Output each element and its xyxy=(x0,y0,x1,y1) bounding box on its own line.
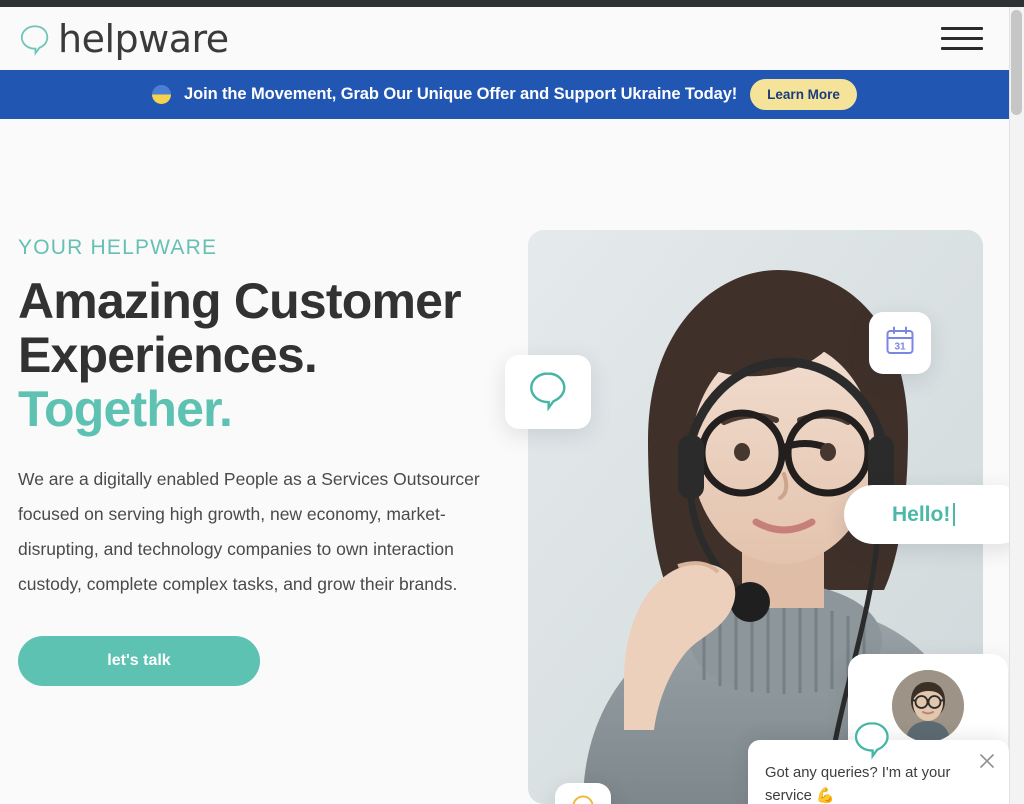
speech-bubble-icon xyxy=(525,368,571,417)
page-viewport: helpware Join the Movement, Grab Our Uni… xyxy=(0,7,1009,804)
headline-line-3: Together. xyxy=(18,381,233,437)
hero-eyebrow: YOUR HELPWARE xyxy=(18,236,218,259)
lets-talk-button[interactable]: let's talk xyxy=(18,636,260,686)
hello-message-bubble: Hello! xyxy=(844,485,1009,544)
floating-headset-card xyxy=(555,783,611,804)
promo-banner: Join the Movement, Grab Our Unique Offer… xyxy=(0,70,1009,119)
headline-line-1: Amazing Customer xyxy=(18,273,462,329)
vertical-scrollbar[interactable] xyxy=(1009,7,1024,804)
chat-popup-message: Got any queries? I'm at your service 💪 xyxy=(765,765,951,804)
headset-icon xyxy=(569,793,597,804)
browser-top-bar xyxy=(0,0,1024,7)
site-header: helpware xyxy=(0,7,1009,70)
calendar-day-number: 31 xyxy=(894,341,906,352)
floating-chat-card xyxy=(505,355,591,429)
hamburger-menu-icon[interactable] xyxy=(941,24,983,54)
close-icon[interactable] xyxy=(978,752,996,770)
promo-banner-message: Join the Movement, Grab Our Unique Offer… xyxy=(184,85,738,103)
floating-calendar-card: 31 xyxy=(869,312,931,374)
calendar-icon: 31 xyxy=(884,325,916,362)
hello-message-text: Hello! xyxy=(892,502,951,526)
scrollbar-thumb[interactable] xyxy=(1011,10,1022,115)
learn-more-button[interactable]: Learn More xyxy=(750,79,857,110)
brand-name: helpware xyxy=(58,16,229,61)
ukraine-flag-icon xyxy=(152,85,172,104)
hero-copy: YOUR HELPWARE Amazing Customer Experienc… xyxy=(18,236,498,686)
text-caret xyxy=(953,503,956,526)
hero-paragraph: We are a digitally enabled People as a S… xyxy=(18,469,480,594)
hero-section: YOUR HELPWARE Amazing Customer Experienc… xyxy=(0,119,1009,804)
speech-bubble-logo-icon xyxy=(18,22,52,56)
hero-visual: 31 Hello! xyxy=(500,204,1009,804)
headline-line-2: Experiences. xyxy=(18,327,318,383)
brand-logo[interactable]: helpware xyxy=(18,20,229,58)
page-title: Amazing Customer Experiences. Together. xyxy=(18,274,498,436)
chat-bubble-icon[interactable] xyxy=(845,714,899,764)
avatar xyxy=(892,670,964,742)
